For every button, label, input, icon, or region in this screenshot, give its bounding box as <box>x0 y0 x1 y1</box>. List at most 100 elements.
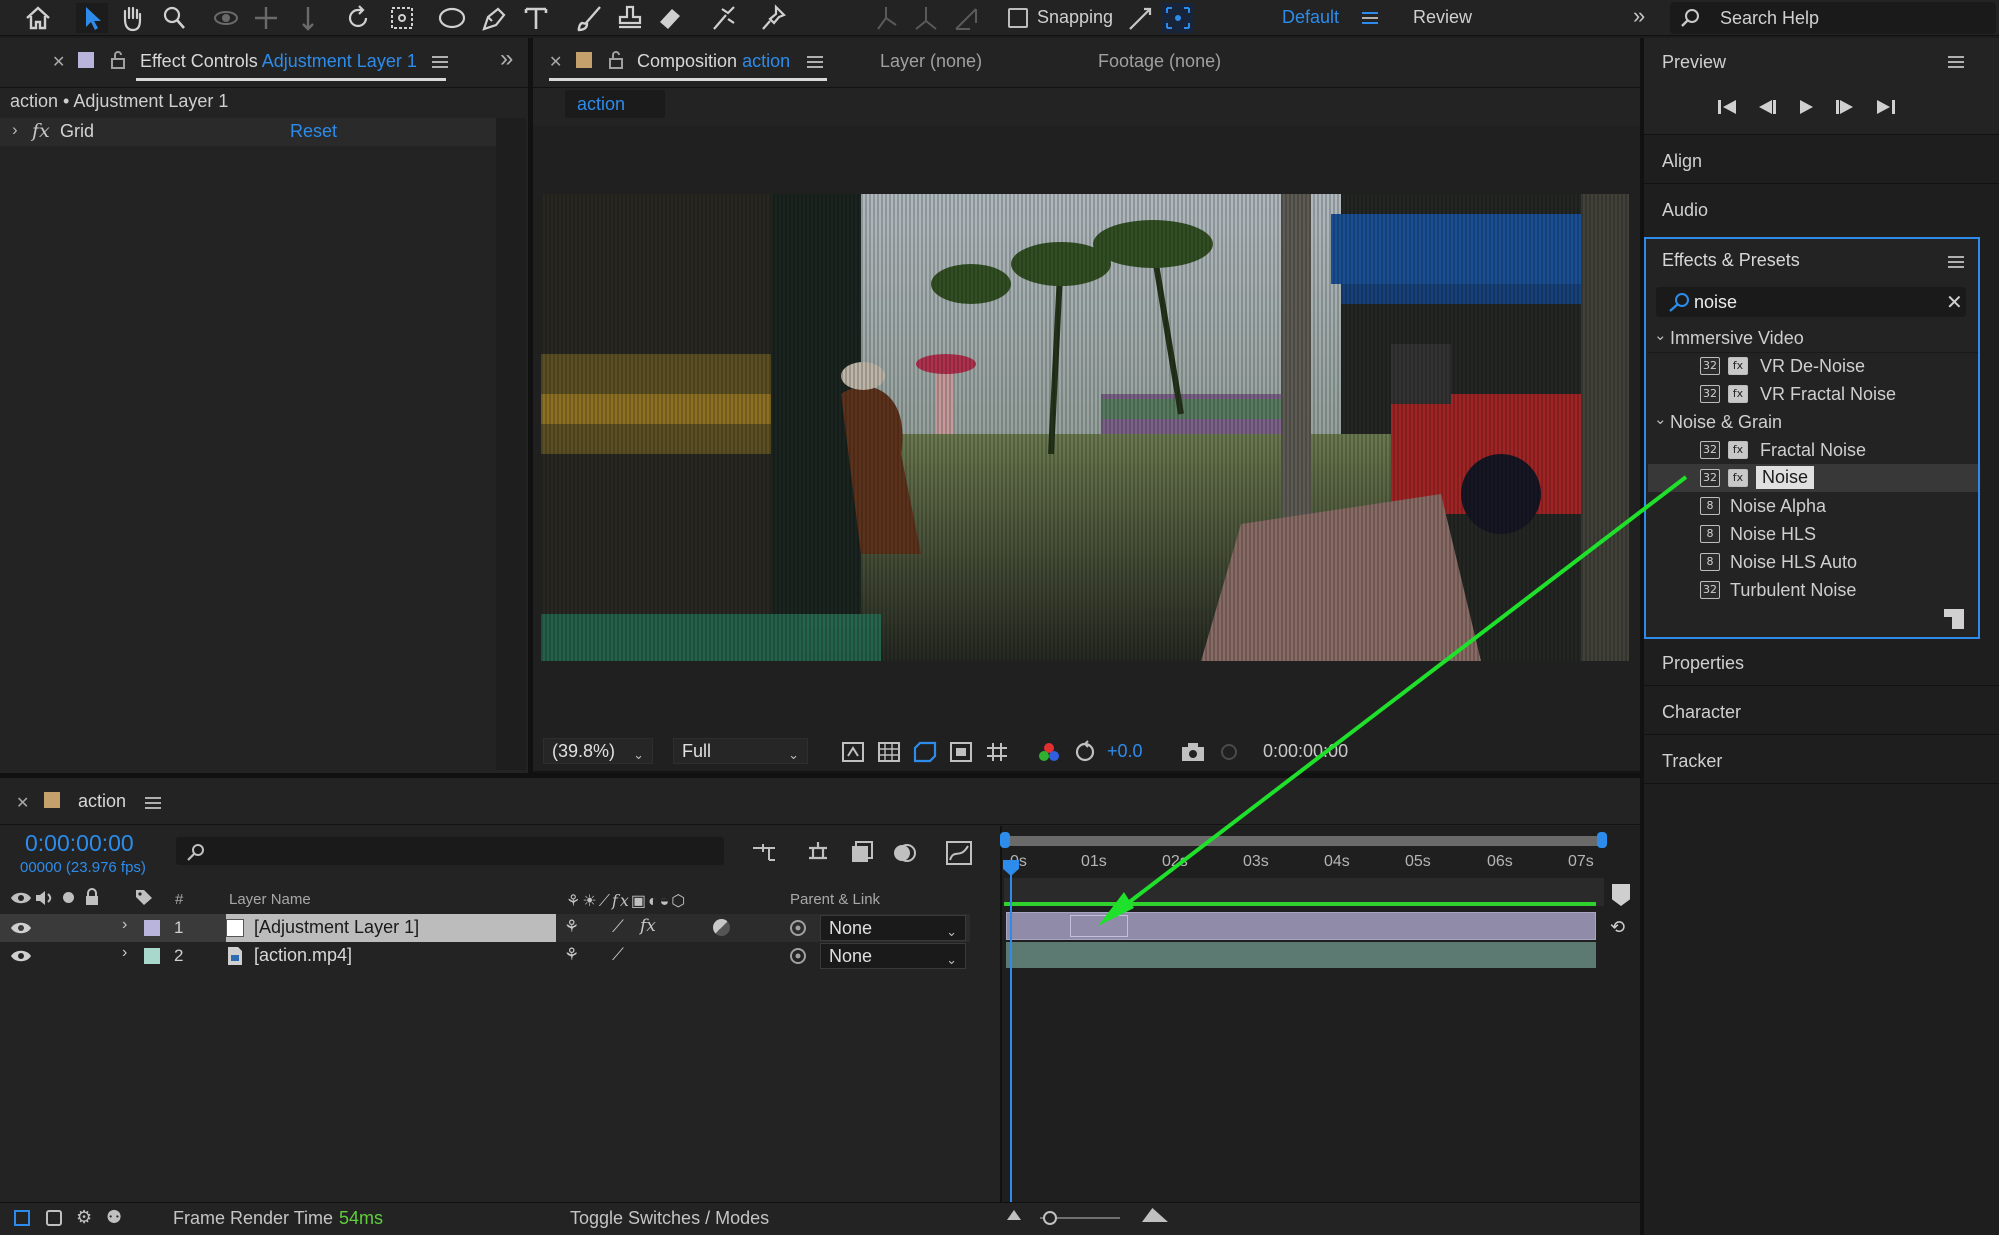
character-panel-tab[interactable]: Character <box>1662 702 1741 723</box>
in-out-icon[interactable]: ⚙ <box>76 1207 92 1228</box>
orbit-camera-icon[interactable] <box>210 3 242 33</box>
pick-whip-icon[interactable] <box>788 919 808 937</box>
reset-link[interactable]: Reset <box>290 121 337 142</box>
pen-tool-icon[interactable] <box>478 3 510 33</box>
previous-frame-icon[interactable] <box>1754 97 1778 117</box>
effects-search-field[interactable]: noise ✕ <box>1656 287 1966 317</box>
properties-panel-tab[interactable]: Properties <box>1662 653 1744 674</box>
playhead-line[interactable] <box>1010 868 1012 1206</box>
align-panel-tab[interactable]: Align <box>1662 151 1702 172</box>
audio-speaker-icon[interactable] <box>34 889 54 907</box>
play-icon[interactable] <box>1794 97 1818 117</box>
tree-group-noise-grain[interactable]: ⌄ Noise & Grain <box>1648 408 1978 436</box>
col-header-parent-link[interactable]: Parent & Link <box>790 891 880 908</box>
show-channel-icon[interactable] <box>1036 740 1062 764</box>
snapshot-camera-icon[interactable] <box>1180 740 1206 764</box>
toggle-switches-modes[interactable]: Toggle Switches / Modes <box>570 1208 769 1229</box>
puppet-pin-tool-icon[interactable] <box>758 3 790 33</box>
layer-visibility-eye-icon[interactable] <box>10 948 32 964</box>
graph-editor-icon[interactable] <box>944 838 974 868</box>
magnification-dropdown[interactable]: (39.8%) ⌄ <box>543 738 653 764</box>
preview-panel-title[interactable]: Preview <box>1662 52 1726 73</box>
rotation-tool-icon[interactable] <box>342 3 374 33</box>
panel-menu-icon[interactable] <box>145 797 161 809</box>
effect-switch-fx-icon[interactable]: fx <box>640 916 656 936</box>
expand-chevron-icon[interactable]: › <box>12 120 18 140</box>
selection-tool-icon[interactable] <box>76 3 108 33</box>
unlock-icon[interactable] <box>608 50 624 70</box>
video-visibility-icon[interactable] <box>10 890 32 906</box>
layer-name[interactable]: [action.mp4] <box>254 945 352 966</box>
snapping-checkbox[interactable] <box>1008 8 1028 28</box>
quality-switch-icon[interactable]: ⟋ <box>612 945 624 965</box>
adjustment-switch-icon[interactable] <box>713 919 730 936</box>
region-of-interest-icon[interactable] <box>948 740 974 764</box>
close-icon[interactable]: ✕ <box>52 52 65 72</box>
layer-row-1[interactable]: › 1 [Adjustment Layer 1] ⚘ ⟋ fx None ⌄ <box>0 914 970 942</box>
workspace-menu-icon[interactable] <box>1362 12 1378 24</box>
clone-stamp-tool-icon[interactable] <box>614 3 646 33</box>
layer-tab[interactable]: Layer (none) <box>880 51 982 72</box>
effect-item-noise-hls[interactable]: 8 Noise HLS <box>1648 520 1978 548</box>
effects-presets-title[interactable]: Effects & Presets <box>1662 250 1800 271</box>
transfer-controls-icon[interactable] <box>46 1210 62 1226</box>
work-area-bar[interactable] <box>1004 836 1604 846</box>
layer-label-color[interactable] <box>144 948 160 964</box>
lock-icon[interactable] <box>84 888 100 906</box>
layer-bar-footage[interactable] <box>1006 942 1596 968</box>
expand-chevron-icon[interactable]: › <box>122 916 127 934</box>
transparency-grid-icon[interactable] <box>876 740 902 764</box>
frame-blending-icon[interactable] <box>846 838 876 868</box>
composition-tab[interactable]: Composition action <box>637 51 790 72</box>
effect-item-fractal-noise[interactable]: 32 fx Fractal Noise <box>1648 436 1978 464</box>
expand-chevron-icon[interactable]: › <box>122 944 127 962</box>
render-time-icon[interactable]: ⚉ <box>106 1207 122 1228</box>
work-area-start-handle[interactable] <box>1000 832 1010 848</box>
parent-dropdown[interactable]: None ⌄ <box>820 915 966 941</box>
effect-controls-tab[interactable]: Effect Controls Adjustment Layer 1 <box>140 51 417 72</box>
label-tag-icon[interactable] <box>134 888 154 906</box>
audio-panel-tab[interactable]: Audio <box>1662 200 1708 221</box>
next-frame-icon[interactable] <box>1834 97 1858 117</box>
fast-previews-icon[interactable] <box>840 740 866 764</box>
timeline-current-time[interactable]: 0:00:00:00 <box>25 830 134 857</box>
show-snapshot-icon[interactable] <box>1216 740 1242 764</box>
effect-item-noise-alpha[interactable]: 8 Noise Alpha <box>1648 492 1978 520</box>
close-icon[interactable]: ✕ <box>16 793 29 813</box>
fx-icon[interactable]: fx <box>32 120 50 142</box>
pick-whip-icon[interactable] <box>788 947 808 965</box>
last-frame-icon[interactable] <box>1874 97 1898 117</box>
timeline-search-field[interactable] <box>176 837 724 865</box>
new-bin-icon[interactable] <box>1944 609 1964 629</box>
effect-item-vr-de-noise[interactable]: 32 fx VR De-Noise <box>1648 352 1978 380</box>
quality-switch-icon[interactable]: ⟋ <box>612 917 624 937</box>
tracker-panel-tab[interactable]: Tracker <box>1662 751 1722 772</box>
viewer-timecode[interactable]: 0:00:00:00 <box>1263 741 1348 762</box>
effect-item-noise[interactable]: 32 fx Noise <box>1648 464 1978 492</box>
footage-tab[interactable]: Footage (none) <box>1098 51 1221 72</box>
roto-brush-tool-icon[interactable] <box>708 3 740 33</box>
ellipse-tool-icon[interactable] <box>436 3 468 33</box>
zoom-slider-thumb[interactable] <box>1043 1211 1057 1225</box>
snap-edges-icon[interactable] <box>1124 3 1156 33</box>
shy-switch-icon[interactable]: ⚘ <box>564 945 579 965</box>
draft-3d-icon[interactable] <box>803 838 833 868</box>
layer-label-color[interactable] <box>144 920 160 936</box>
axis-local-icon[interactable] <box>870 3 902 33</box>
comp-flowchart-icon[interactable] <box>749 838 779 868</box>
layer-row-2[interactable]: › 2 [action.mp4] ⚘ ⟋ None ⌄ <box>0 942 970 970</box>
tree-group-immersive-video[interactable]: ⌄ Immersive Video <box>1648 324 1978 352</box>
axis-world-icon[interactable] <box>910 3 942 33</box>
panel-menu-icon[interactable] <box>1948 56 1964 68</box>
comp-button-icon[interactable]: ⟲ <box>1610 917 1625 938</box>
workspace-default[interactable]: Default <box>1282 7 1339 28</box>
axis-view-icon[interactable] <box>950 3 982 33</box>
snap-features-icon[interactable] <box>1162 3 1194 33</box>
search-help-field[interactable]: Search Help <box>1670 2 1996 34</box>
unlock-icon[interactable] <box>110 50 126 70</box>
eraser-tool-icon[interactable] <box>654 3 686 33</box>
hand-tool-icon[interactable] <box>116 3 148 33</box>
zoom-tool-icon[interactable] <box>158 3 190 33</box>
exposure-value[interactable]: +0.0 <box>1107 741 1143 762</box>
motion-blur-icon[interactable] <box>889 838 919 868</box>
